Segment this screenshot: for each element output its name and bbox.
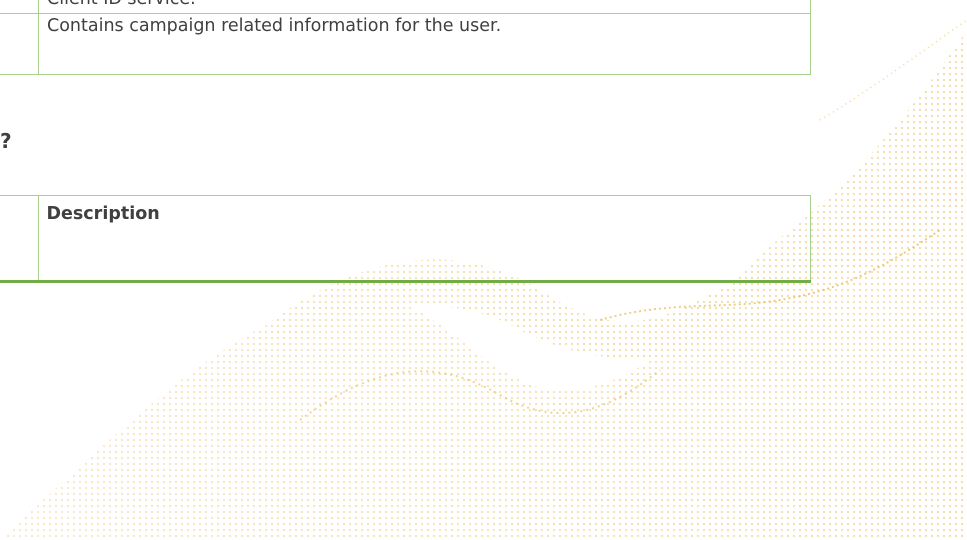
table-header-name — [0, 195, 39, 283]
table-header-description: Description — [37, 195, 811, 283]
table-cell-name — [0, 0, 39, 14]
description-table: Description — [0, 195, 811, 283]
table-cell-description: Client ID service. — [38, 0, 811, 14]
table-row: Contains campaign related information fo… — [0, 13, 811, 75]
table-row: Client ID service. — [0, 0, 811, 14]
table-header-row: Description — [0, 195, 811, 283]
document-page: Client ID service. Contains campaign rel… — [0, 0, 967, 540]
table-cell-description: Contains campaign related information fo… — [38, 13, 811, 75]
section-heading: ? — [0, 129, 12, 153]
info-table: Client ID service. Contains campaign rel… — [0, 0, 811, 75]
table-cell-name — [0, 13, 39, 75]
